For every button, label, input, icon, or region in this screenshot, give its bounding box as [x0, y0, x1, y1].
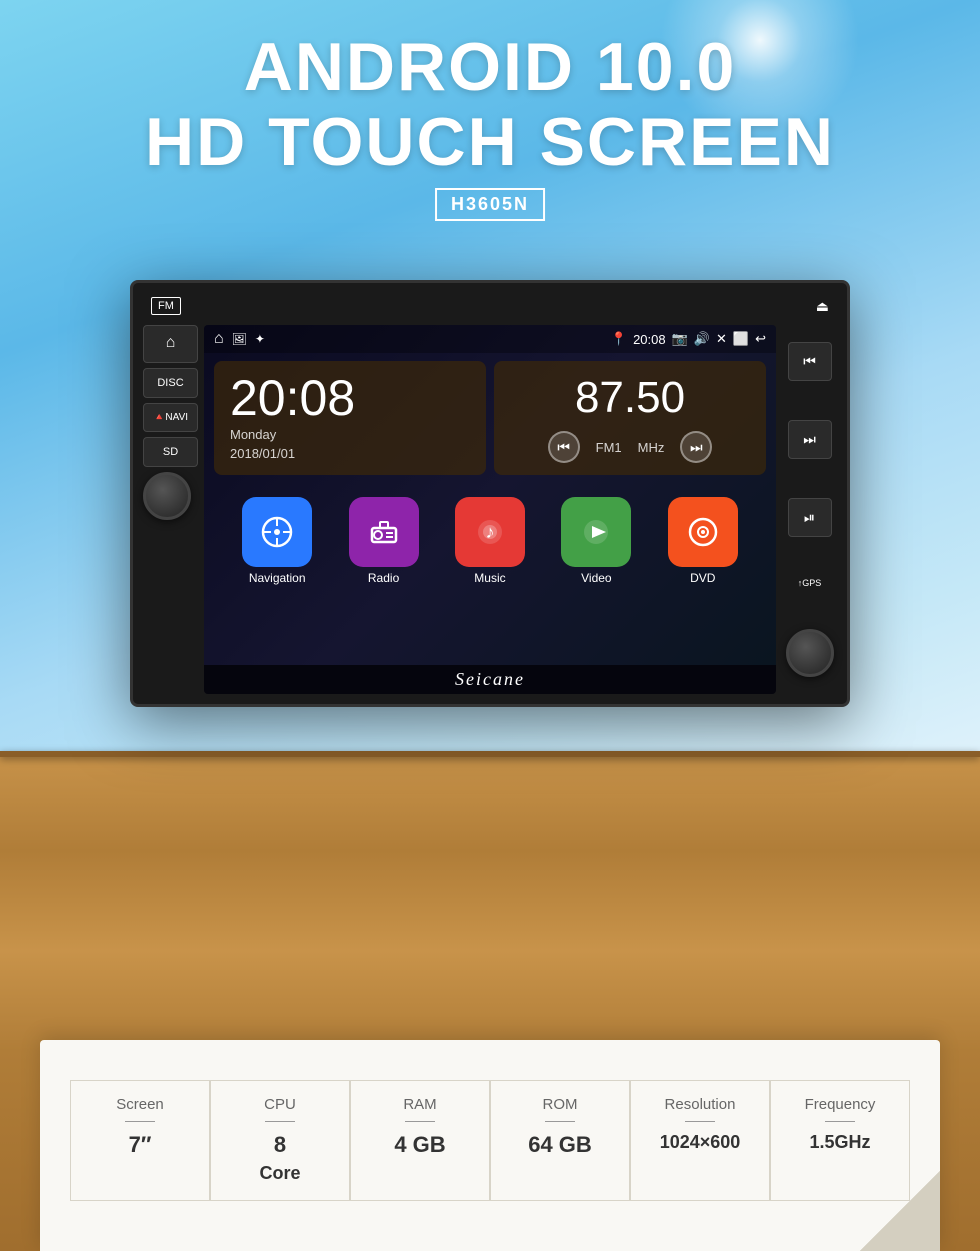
device-right-panel: ⏮ ⏭ ⏯ ↑GPS — [782, 325, 837, 694]
spec-cpu-value: 8 Core — [221, 1132, 339, 1185]
cpu-unit: Core — [259, 1163, 300, 1183]
radio-band: FM1 — [596, 440, 622, 455]
spec-rom: ROM 64 GB — [490, 1080, 630, 1201]
spec-rom-value: 64 GB — [501, 1132, 619, 1158]
specs-card: Screen 7″ CPU 8 Core RAM 4 GB ROM 64 GB … — [40, 1040, 940, 1251]
status-bar: ⌂ 🖼 ✦ 📍 20:08 📷 🔊 ✕ ⬜ ↩ — [204, 325, 776, 353]
music-label: Music — [474, 571, 505, 585]
spec-ram: RAM 4 GB — [350, 1080, 490, 1201]
location-icon: 📍 — [611, 331, 627, 347]
day-display: Monday — [230, 427, 470, 442]
android-screen[interactable]: ⌂ 🖼 ✦ 📍 20:08 📷 🔊 ✕ ⬜ ↩ — [204, 325, 776, 694]
spec-ram-label: RAM — [361, 1096, 479, 1113]
home-button[interactable]: ⌂ — [143, 325, 198, 363]
spec-resolution-value: 1024×600 — [641, 1132, 759, 1154]
radio-widget: 87.50 ⏮ FM1 MHz ⏭ — [494, 361, 766, 475]
video-app[interactable]: Video — [561, 497, 631, 585]
fm-label: FM — [151, 297, 181, 315]
camera-icon: 📷 — [672, 331, 688, 347]
date-display: 2018/01/01 — [230, 446, 470, 461]
clock-display: 20:08 — [230, 373, 470, 423]
spec-ram-value: 4 GB — [361, 1132, 479, 1158]
dvd-label: DVD — [690, 571, 715, 585]
navigation-label: Navigation — [249, 571, 306, 585]
home-icon: ⌂ — [214, 330, 224, 348]
spec-screen-value: 7″ — [81, 1132, 199, 1158]
status-time: 20:08 — [633, 332, 666, 347]
radio-app[interactable]: Radio — [349, 497, 419, 585]
back-icon: ↩ — [755, 331, 766, 347]
navigation-app[interactable]: Navigation — [242, 497, 312, 585]
spec-divider-0 — [125, 1121, 155, 1122]
spec-screen-label: Screen — [81, 1096, 199, 1113]
radio-controls: ⏮ FM1 MHz ⏭ — [510, 431, 750, 463]
device-main-area: ⌂ DISC 🔺NAVI SD — [143, 325, 837, 694]
radio-unit: MHz — [638, 440, 665, 455]
header-section: ANDROID 10.0 HD TOUCH SCREEN H3605N — [145, 30, 835, 221]
eject-button[interactable]: ⏏ — [816, 298, 829, 315]
next-button[interactable]: ⏭ — [680, 431, 712, 463]
device-body: FM ⏏ ⌂ DISC 🔺NAVI SD — [130, 280, 850, 707]
settings-icon: ✦ — [255, 332, 265, 346]
left-knob[interactable] — [143, 472, 191, 520]
spec-divider-4 — [685, 1121, 715, 1122]
spec-resolution: Resolution 1024×600 — [630, 1080, 770, 1201]
spec-screen: Screen 7″ — [70, 1080, 210, 1201]
spec-resolution-label: Resolution — [641, 1096, 759, 1113]
svg-text:♪: ♪ — [485, 522, 494, 542]
brand-logo: Seicane — [204, 665, 776, 694]
step-button[interactable]: ⏯ — [788, 498, 832, 537]
spec-cpu-label: CPU — [221, 1096, 339, 1113]
spec-rom-label: ROM — [501, 1096, 619, 1113]
main-title: ANDROID 10.0 HD TOUCH SCREEN — [145, 30, 835, 180]
window-icon: ⬜ — [733, 331, 749, 347]
spec-divider-3 — [545, 1121, 575, 1122]
navigation-icon — [242, 497, 312, 567]
status-left: ⌂ 🖼 ✦ — [214, 330, 265, 348]
sd-button[interactable]: SD — [143, 437, 198, 467]
gps-label: ↑GPS — [796, 576, 824, 590]
app-grid: Navigation — [204, 487, 776, 595]
prev-button[interactable]: ⏮ — [548, 431, 580, 463]
android-display: ⌂ 🖼 ✦ 📍 20:08 📷 🔊 ✕ ⬜ ↩ — [204, 325, 776, 665]
right-knob[interactable] — [786, 629, 834, 677]
status-icons: 📍 20:08 📷 🔊 ✕ ⬜ ↩ — [611, 331, 766, 347]
spec-frequency: Frequency 1.5GHz — [770, 1080, 910, 1201]
video-label: Video — [581, 571, 611, 585]
time-widget: 20:08 Monday 2018/01/01 — [214, 361, 486, 475]
radio-icon — [349, 497, 419, 567]
dvd-app[interactable]: DVD — [668, 497, 738, 585]
spec-divider-2 — [405, 1121, 435, 1122]
brand-name: Seicane — [455, 669, 525, 689]
model-badge: H3605N — [435, 188, 545, 221]
video-icon — [561, 497, 631, 567]
volume-icon: 🔊 — [694, 331, 710, 347]
spec-divider-1 — [265, 1121, 295, 1122]
device-top-bar: FM ⏏ — [143, 293, 837, 319]
radio-label: Radio — [368, 571, 399, 585]
disc-button[interactable]: DISC — [143, 368, 198, 398]
dvd-icon — [668, 497, 738, 567]
skip-prev-button[interactable]: ⏮ — [788, 342, 832, 381]
radio-frequency: 87.50 — [510, 373, 750, 423]
navi-button[interactable]: 🔺NAVI — [143, 403, 198, 432]
spec-frequency-value: 1.5GHz — [781, 1132, 899, 1154]
music-icon: ♪ — [455, 497, 525, 567]
spec-frequency-label: Frequency — [781, 1096, 899, 1113]
device-left-panel: ⌂ DISC 🔺NAVI SD — [143, 325, 198, 694]
close-icon: ✕ — [716, 331, 727, 347]
gallery-icon: 🖼 — [232, 332, 247, 346]
specs-grid: Screen 7″ CPU 8 Core RAM 4 GB ROM 64 GB … — [70, 1080, 910, 1201]
music-app[interactable]: ♪ Music — [455, 497, 525, 585]
widget-area: 20:08 Monday 2018/01/01 87.50 ⏮ FM1 MHz — [204, 353, 776, 483]
skip-next-button[interactable]: ⏭ — [788, 420, 832, 459]
spec-divider-5 — [825, 1121, 855, 1122]
car-stereo-device: FM ⏏ ⌂ DISC 🔺NAVI SD — [130, 280, 850, 707]
spec-cpu: CPU 8 Core — [210, 1080, 350, 1201]
cpu-number: 8 — [274, 1132, 286, 1157]
